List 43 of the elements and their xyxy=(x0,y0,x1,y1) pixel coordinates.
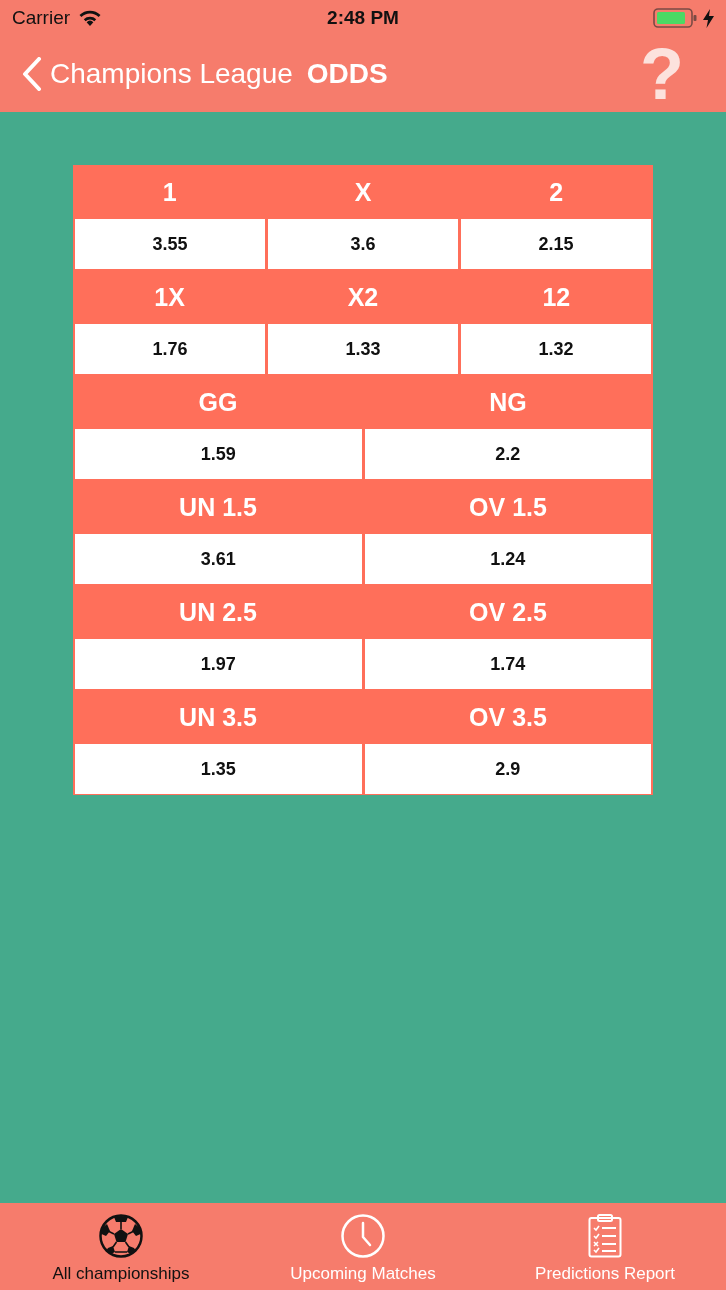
carrier-name: Carrier xyxy=(12,7,71,29)
bet-type-label: UN 1.5 xyxy=(179,492,257,522)
clipboard-checklist-icon xyxy=(588,1214,622,1258)
odds-value-cell: 1.24 xyxy=(364,534,651,584)
odds-value-cell: 2.9 xyxy=(364,744,651,794)
odds-value-cell: 3.55 xyxy=(75,219,265,269)
bet-type-label: 1 xyxy=(162,177,177,207)
odds-value-cell: 1.33 xyxy=(268,324,458,374)
odds-value-cell: 1.97 xyxy=(75,639,362,689)
odds-value-cell: 1.74 xyxy=(364,639,651,689)
bet-type-label: NG xyxy=(489,387,527,417)
bet-type-label: OV 1.5 xyxy=(469,492,547,522)
clock-icon xyxy=(341,1214,385,1258)
status-time: 2:48 PM xyxy=(327,7,399,29)
bet-type-label: 2 xyxy=(549,177,564,207)
odds-value-cell: 1.35 xyxy=(75,744,362,794)
odds-value-cell: 1.59 xyxy=(75,429,362,479)
bet-type-label: OV 3.5 xyxy=(469,702,547,732)
charging-bolt-icon xyxy=(703,8,714,28)
odds-value-cell: 2.2 xyxy=(364,429,651,479)
odds-value-cell: 1.76 xyxy=(75,324,265,374)
back-chevron-icon xyxy=(22,57,42,91)
odds-value-cell: 1.32 xyxy=(461,324,651,374)
bet-type-label: X2 xyxy=(347,282,379,312)
bet-type-label: GG xyxy=(198,387,238,417)
wifi-icon xyxy=(78,9,103,27)
back-button[interactable]: Champions League xyxy=(22,57,293,91)
bet-type-label: OV 2.5 xyxy=(469,597,547,627)
help-button[interactable]: ? xyxy=(640,38,684,110)
odds-value-cell: 3.61 xyxy=(75,534,362,584)
bet-type-label: 12 xyxy=(542,282,571,312)
bet-type-label: 1X xyxy=(154,282,185,312)
tab-bar-item[interactable]: Predictions Report xyxy=(484,1203,726,1290)
battery-icon xyxy=(653,8,697,28)
odds-value-cell: 2.15 xyxy=(461,219,651,269)
tab-bar-item[interactable]: All championships xyxy=(0,1203,242,1290)
odds-value-cell: 3.6 xyxy=(268,219,458,269)
tab-bar-item[interactable]: Upcoming Matches xyxy=(242,1203,484,1290)
bet-type-label: UN 2.5 xyxy=(179,597,257,627)
bet-type-label: UN 3.5 xyxy=(179,702,257,732)
soccer-ball-icon xyxy=(99,1214,143,1258)
page-title: ODDS xyxy=(306,58,389,90)
bet-type-label: X xyxy=(354,177,372,207)
